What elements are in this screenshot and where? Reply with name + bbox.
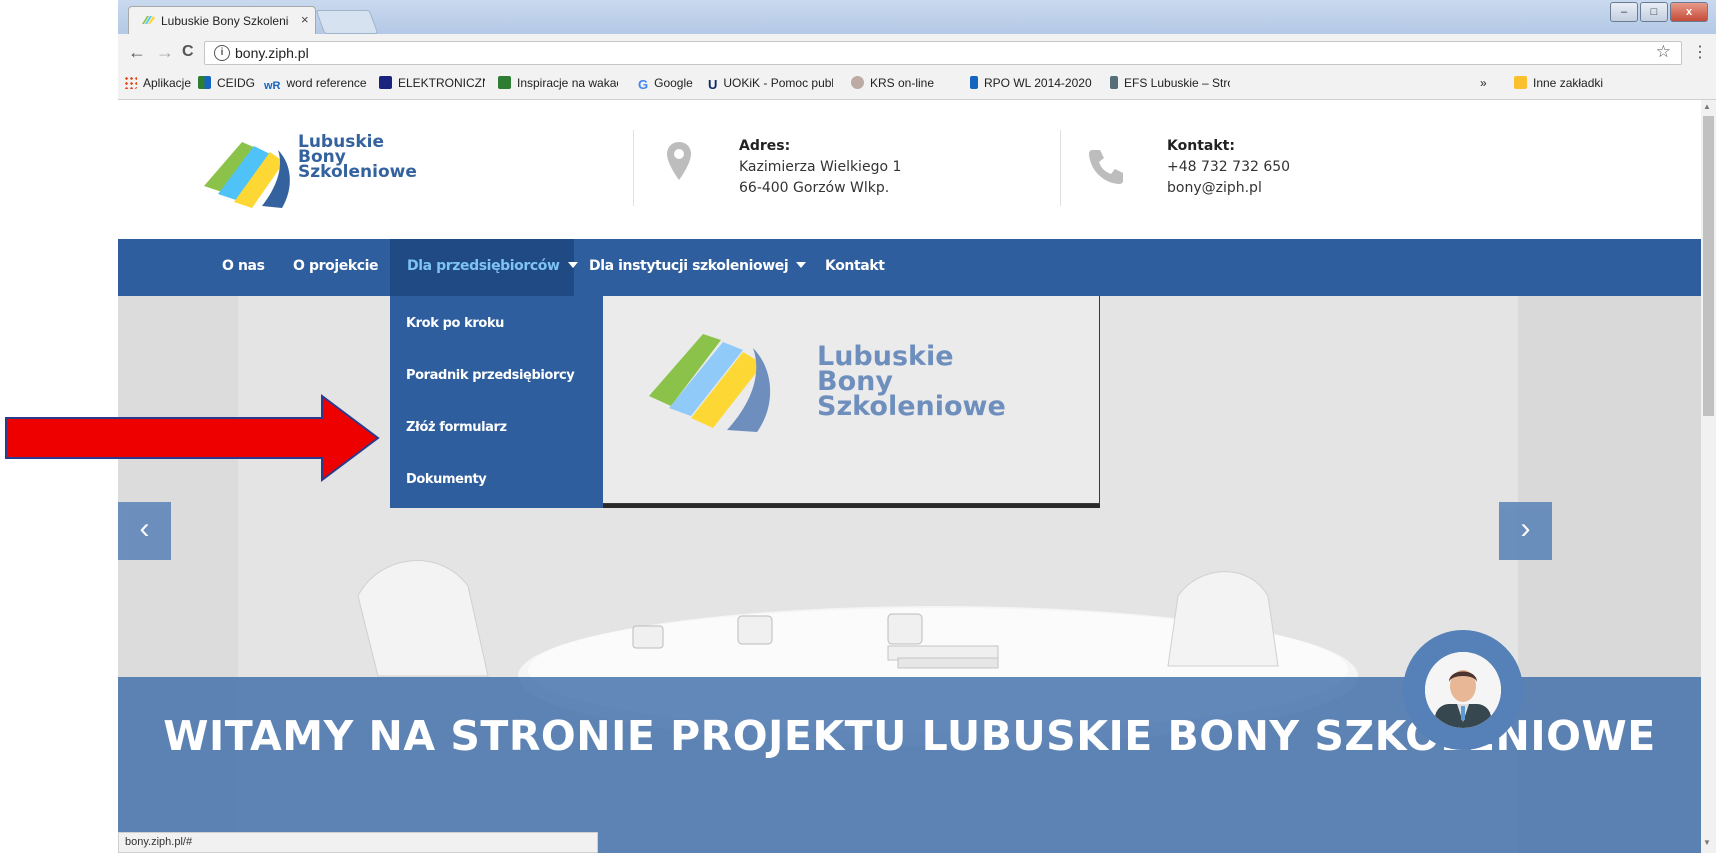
- apps-grid-icon: [124, 76, 137, 89]
- close-window-button[interactable]: x: [1670, 2, 1708, 22]
- caret-down-icon: [567, 262, 578, 268]
- contact-heading: Kontakt:: [1167, 138, 1235, 154]
- bookmark-label: UOKiK - Pomoc publ: [723, 76, 833, 90]
- bookmark-apps[interactable]: Aplikacje: [124, 76, 191, 90]
- bookmark-label: Inne zakładki: [1533, 76, 1604, 90]
- eagle-icon: [851, 76, 864, 89]
- scroll-down-icon[interactable]: ▼: [1703, 838, 1711, 847]
- dropdown-item-zloz-formularz[interactable]: Złóż formularz: [406, 420, 507, 435]
- slider-prev-button[interactable]: ‹: [118, 502, 171, 560]
- dropdown-item-poradnik[interactable]: Poradnik przedsiębiorcy: [406, 368, 575, 383]
- bookmark-label: Google: [654, 76, 693, 90]
- address-city: 66-400 Gorzów Wlkp.: [739, 180, 890, 196]
- site-favicon-icon: [142, 16, 155, 24]
- phone-icon: [1089, 150, 1123, 184]
- bookmarks-bar: Aplikacje CEIDG wR word reference ELEKTRO…: [118, 70, 1716, 100]
- window-controls: – □ x: [1600, 0, 1710, 24]
- contact-phone[interactable]: +48 732 732 650: [1167, 157, 1290, 178]
- bookmark-inspiracje[interactable]: Inspiracje na wakacje: [498, 76, 618, 90]
- address-block: Adres: Kazimierza Wielkiego 1 66-400 Gor…: [739, 136, 901, 199]
- tab-close-icon[interactable]: ×: [301, 12, 309, 27]
- tab-title: Lubuskie Bony Szkolenio: [161, 14, 289, 28]
- consultant-avatar[interactable]: [1425, 652, 1501, 728]
- nav-item-dla-przedsiebiorcow[interactable]: Dla przedsiębiorców: [407, 258, 578, 274]
- bookmark-label: ELEKTRONICZNE KSI: [398, 76, 485, 90]
- address-street: Kazimierza Wielkiego 1: [739, 159, 902, 175]
- uokik-icon: U: [708, 77, 718, 90]
- dropdown-item-dokumenty[interactable]: Dokumenty: [406, 472, 487, 487]
- bookmark-efs[interactable]: EFS Lubuskie – Stron: [1110, 76, 1230, 90]
- scroll-up-icon[interactable]: ▲: [1703, 102, 1711, 111]
- bookmark-krs[interactable]: KRS on-line: [851, 76, 934, 90]
- ekw-icon: [379, 76, 392, 89]
- forward-icon[interactable]: →: [156, 42, 174, 63]
- header-divider: [1060, 130, 1061, 206]
- info-icon[interactable]: i: [214, 45, 230, 61]
- ceidg-icon: [198, 76, 211, 89]
- bookmark-label: RPO WL 2014-2020: [984, 76, 1092, 90]
- bookmark-google[interactable]: G Google: [638, 76, 693, 90]
- nav-label: Dla instytucji szkoleniowej: [589, 258, 789, 274]
- site-logo-text[interactable]: Lubuskie Bony Szkoleniowe: [298, 134, 417, 182]
- bookmark-ceidg[interactable]: CEIDG: [198, 76, 255, 90]
- bookmark-word-reference[interactable]: wR word reference: [264, 76, 367, 93]
- bookmark-other[interactable]: Inne zakładki: [1514, 76, 1603, 90]
- bookmarks-overflow-icon[interactable]: »: [1480, 76, 1487, 90]
- header-divider: [633, 130, 634, 206]
- slider-next-button[interactable]: ›: [1499, 502, 1552, 560]
- screen-logo-line: Szkoleniowe: [817, 391, 1006, 422]
- bookmark-star-icon[interactable]: ☆: [1656, 42, 1671, 62]
- browser-tab[interactable]: Lubuskie Bony Szkolenio ×: [128, 6, 316, 34]
- logo-line: Szkoleniowe: [298, 162, 417, 182]
- nav-item-o-nas[interactable]: O nas: [222, 258, 265, 274]
- status-bar-url: bony.ziph.pl/#: [118, 832, 598, 853]
- folder-icon: [1514, 76, 1527, 89]
- nav-item-dla-instytucji[interactable]: Dla instytucji szkoleniowej: [589, 258, 807, 274]
- caret-down-icon: [796, 262, 807, 268]
- new-tab-button[interactable]: [315, 10, 379, 34]
- wordreference-icon: wR: [264, 80, 281, 92]
- map-pin-icon: [667, 142, 691, 180]
- bookmark-label: word reference: [286, 76, 367, 90]
- nav-item-kontakt[interactable]: Kontakt: [825, 258, 885, 274]
- red-arrow-annotation-icon: [5, 394, 380, 482]
- contact-block: Kontakt: +48 732 732 650 bony@ziph.pl: [1167, 136, 1290, 199]
- address-bar[interactable]: i bony.ziph.pl ☆: [204, 41, 1682, 65]
- efs-icon: [1110, 76, 1118, 89]
- screen-logo-text: Lubuskie Bony Szkoleniowe: [817, 343, 1006, 422]
- bookmark-label: Inspiracje na wakacje: [517, 76, 618, 90]
- bookmark-label: KRS on-line: [870, 76, 935, 90]
- contact-email[interactable]: bony@ziph.pl: [1167, 178, 1290, 199]
- scrollbar-thumb[interactable]: [1703, 116, 1714, 416]
- reload-icon[interactable]: C: [182, 43, 194, 61]
- nav-label: Dla przedsiębiorców: [407, 258, 560, 274]
- bookmark-elektroniczne[interactable]: ELEKTRONICZNE KSI: [379, 76, 485, 90]
- bookmark-label: Aplikacje: [143, 76, 192, 90]
- bookmark-label: CEIDG: [217, 76, 256, 90]
- back-icon[interactable]: ←: [128, 42, 146, 63]
- dropdown-item-krok-po-kroku[interactable]: Krok po kroku: [406, 316, 504, 331]
- minimize-button[interactable]: –: [1610, 2, 1638, 22]
- bookmark-uokik[interactable]: U UOKiK - Pomoc publ: [708, 76, 833, 90]
- rpo-icon: [970, 76, 978, 89]
- bookmark-label: EFS Lubuskie – Stron: [1124, 76, 1230, 90]
- google-icon: G: [638, 77, 649, 90]
- nav-item-o-projekcie[interactable]: O projekcie: [293, 258, 379, 274]
- address-heading: Adres:: [739, 138, 791, 154]
- screen-logo-icon: [649, 334, 771, 432]
- browser-menu-icon[interactable]: ⋮: [1692, 42, 1708, 62]
- l-icon: [498, 76, 511, 89]
- url-text: bony.ziph.pl: [235, 45, 309, 61]
- maximize-button[interactable]: □: [1640, 2, 1668, 22]
- bookmark-rpo[interactable]: RPO WL 2014-2020: [970, 76, 1092, 90]
